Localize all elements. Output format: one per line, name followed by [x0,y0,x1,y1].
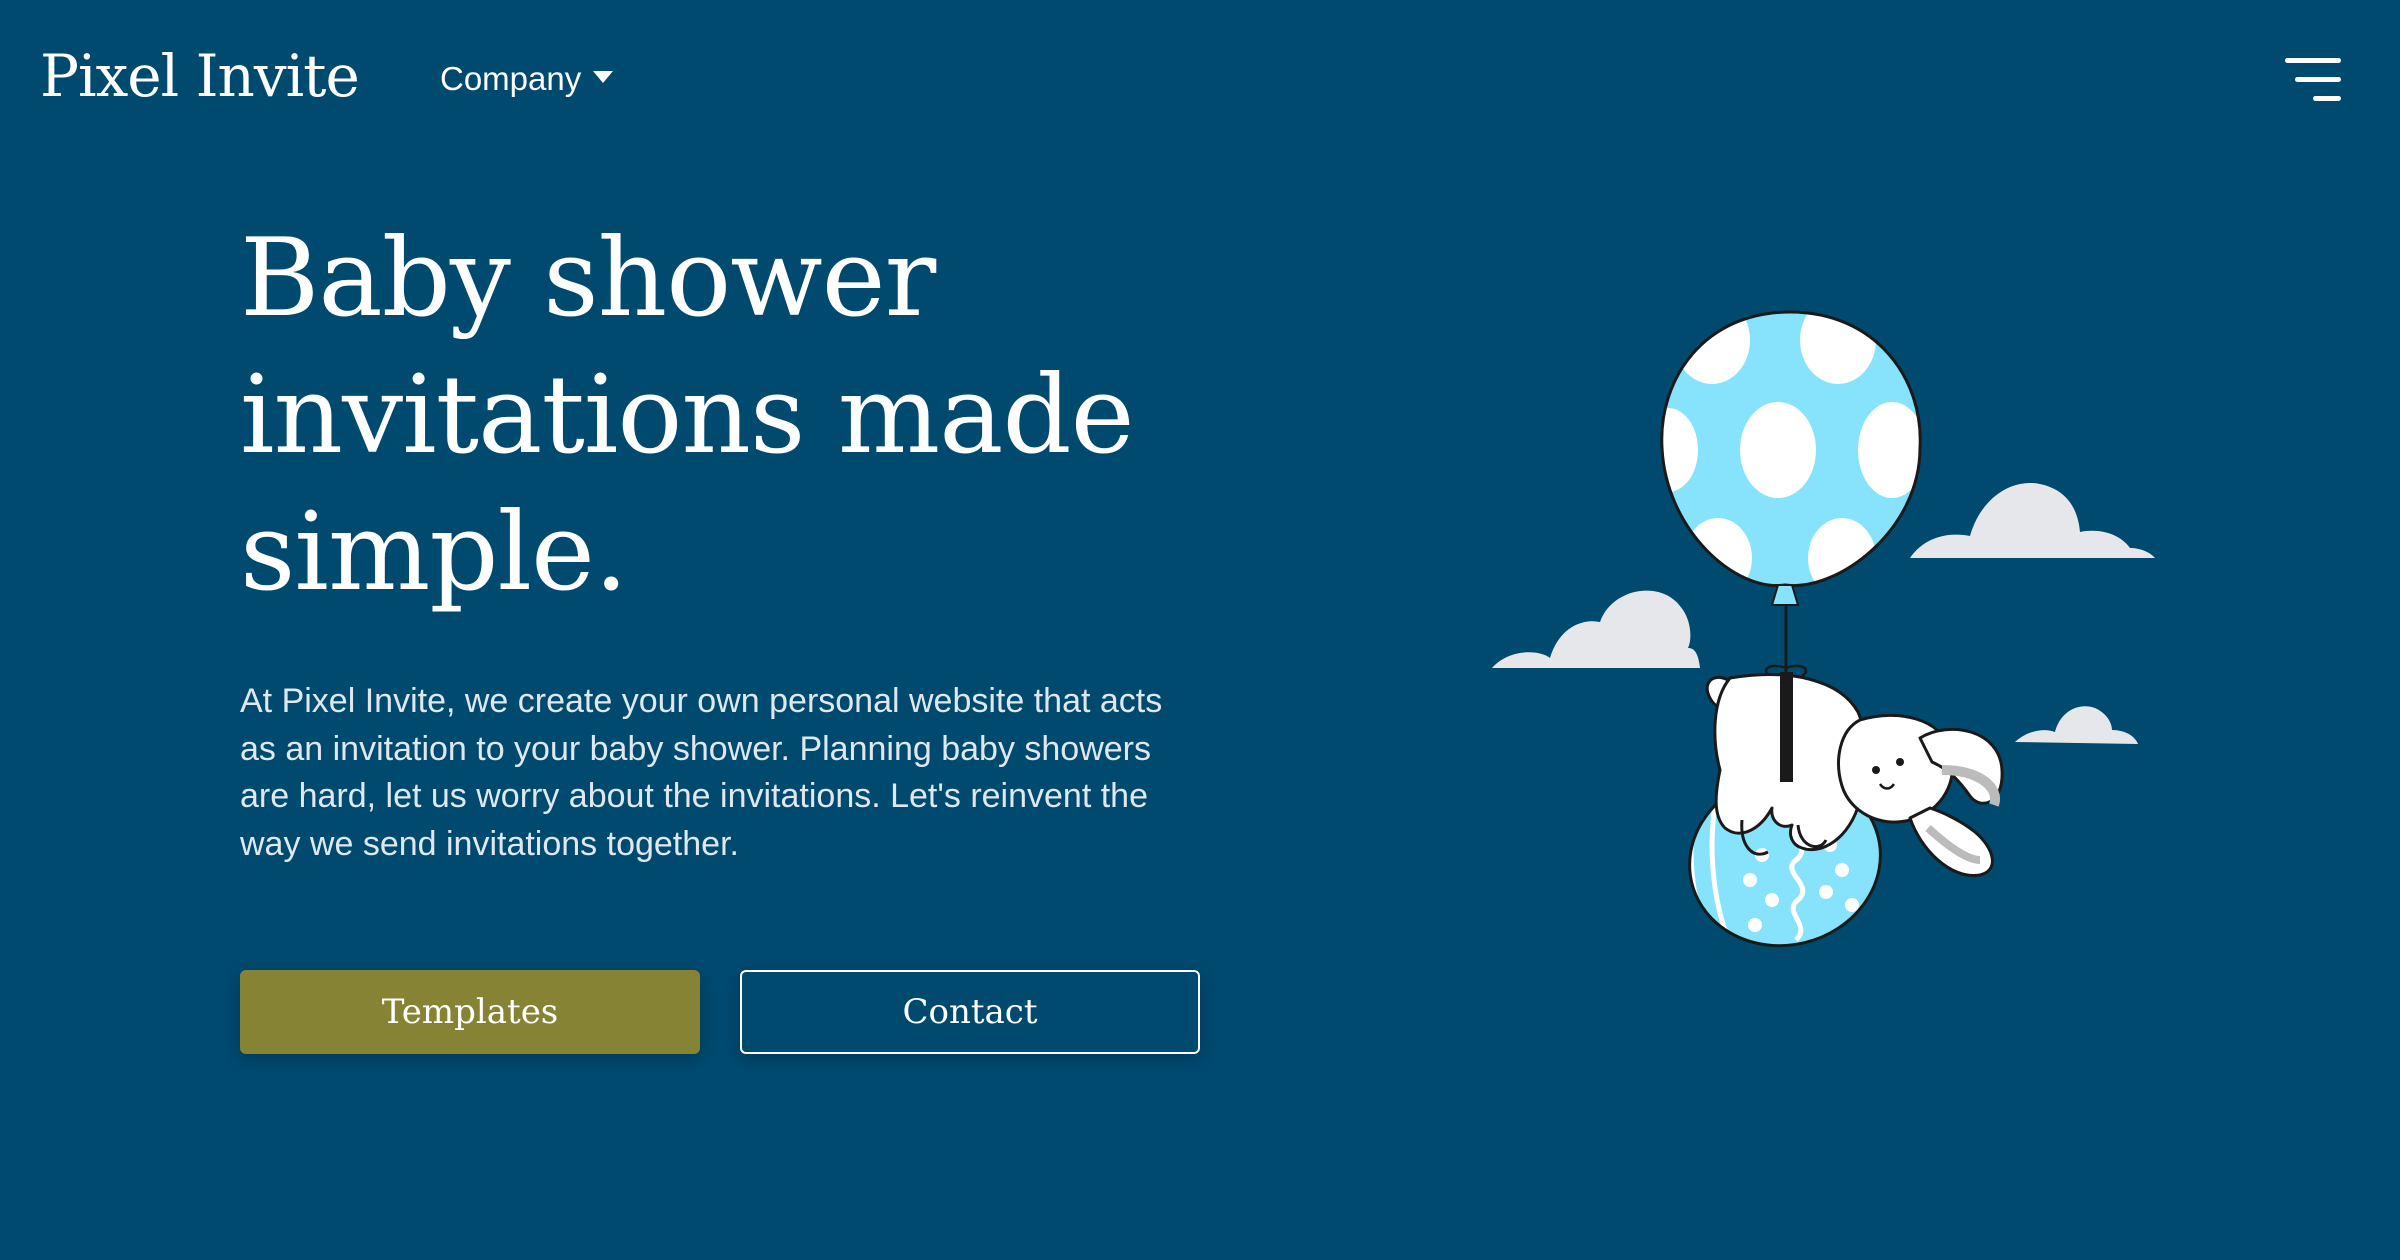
bunny-balloon-illustration [1492,310,2155,957]
menu-line-bottom [2313,96,2341,101]
menu-line-middle [2295,77,2341,82]
menu-line-top [2285,58,2341,63]
contact-button[interactable]: Contact [740,970,1200,1054]
balloon-icon [1660,310,1922,606]
cloud-left [1492,590,1700,668]
cloud-right-top [1910,483,2155,558]
brand-logo[interactable]: Pixel Invite [40,42,360,110]
templates-button[interactable]: Templates [240,970,700,1054]
page: Pixel Invite Company Baby shower invitat… [0,0,2400,1260]
hero-description: At Pixel Invite, we create your own pers… [240,682,1163,863]
hamburger-menu-icon[interactable] [2285,58,2341,102]
hero-title: Baby shower invitations made simple. [240,216,1135,615]
caret-down-icon [593,71,614,83]
cloud-right-small [2015,706,2138,744]
company-dropdown[interactable]: Company [440,60,614,98]
company-dropdown-label: Company [440,60,582,97]
